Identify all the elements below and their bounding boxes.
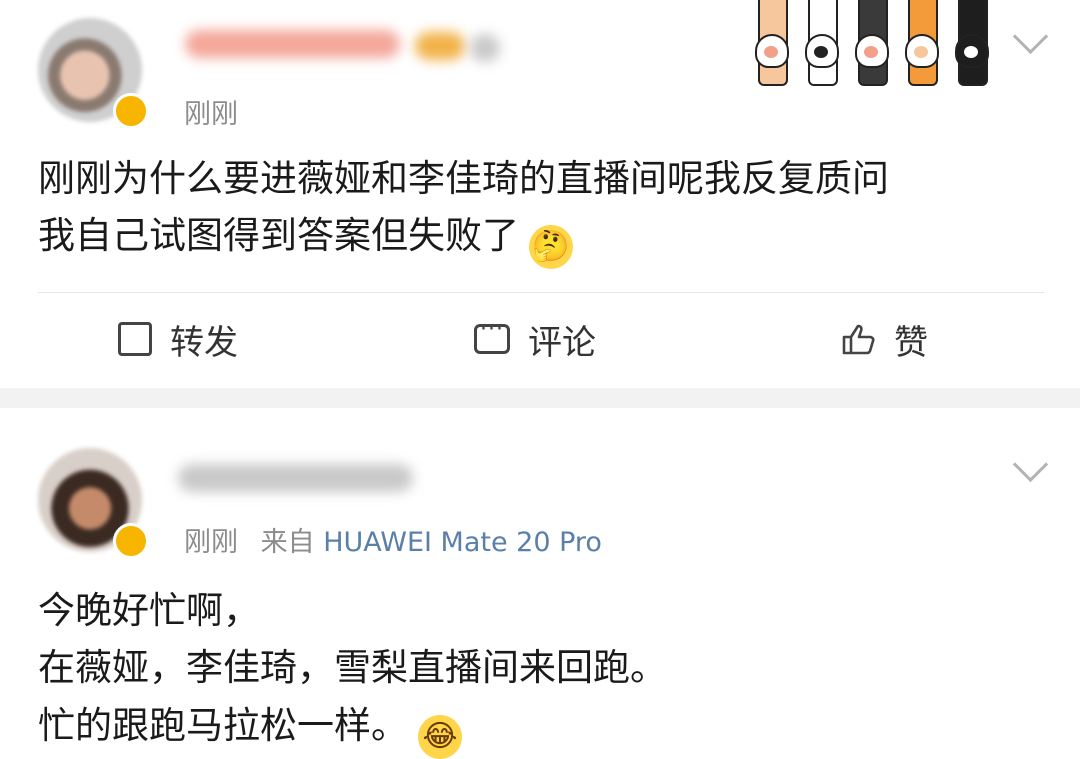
content-line-with-emoji: 我自己试图得到答案但失败了 🤔 <box>38 207 889 270</box>
repost-label: 转发 <box>170 322 238 363</box>
paw-icon <box>752 0 790 86</box>
content-line: 我自己试图得到答案但失败了 <box>38 214 519 258</box>
time-text: 刚刚 <box>184 99 238 130</box>
time-text: 刚刚 <box>184 527 238 558</box>
content-line: 忙的跟跑马拉松一样。 <box>38 703 408 747</box>
vip-badge-icon <box>113 523 149 559</box>
comment-label: 评论 <box>528 322 596 363</box>
from-prefix: 来自 <box>260 527 315 558</box>
user-level-badge-icon <box>415 32 465 60</box>
username-blurred[interactable] <box>185 30 400 58</box>
user-tag-icon <box>470 34 500 62</box>
laughing-crying-emoji-icon: 😂 <box>418 714 462 759</box>
paw-icon <box>802 0 840 86</box>
paw-icon <box>902 0 940 86</box>
vip-badge-icon <box>113 93 149 129</box>
repost-icon <box>118 322 152 356</box>
post-card-1: 刚刚 刚刚为什么要进薇娅和李佳琦的直播间呢我反复质问 我自己试图得到答案但失败了… <box>0 0 1080 388</box>
chevron-down-icon[interactable] <box>1012 18 1049 55</box>
thinking-emoji-icon: 🤔 <box>529 225 573 270</box>
device-link[interactable]: HUAWEI Mate 20 Pro <box>323 527 602 558</box>
post-time: 刚刚 <box>184 92 238 131</box>
post-content: 刚刚为什么要进薇娅和李佳琦的直播间呢我反复质问 我自己试图得到答案但失败了 🤔 <box>38 150 889 270</box>
divider <box>38 292 1044 293</box>
like-label: 赞 <box>894 322 928 363</box>
content-line: 今晚好忙啊， <box>38 589 260 632</box>
comment-icon <box>474 317 510 354</box>
comment-button[interactable]: 评论 <box>474 316 596 363</box>
content-line: 刚刚为什么要进薇娅和李佳琦的直播间呢我反复质问 <box>38 157 889 200</box>
username-blurred[interactable] <box>178 464 413 492</box>
post-meta: 刚刚 来自 HUAWEI Mate 20 Pro <box>184 520 602 559</box>
post-content: 今晚好忙啊， 在薇娅，李佳琦，雪梨直播间来回跑。 忙的跟跑马拉松一样。 😂 <box>38 582 667 759</box>
content-line-with-emoji: 忙的跟跑马拉松一样。 😂 <box>38 697 667 759</box>
content-line: 在薇娅，李佳琦，雪梨直播间来回跑。 <box>38 646 667 690</box>
repost-button[interactable]: 转发 <box>118 316 238 363</box>
paw-decoration <box>752 0 1002 86</box>
like-button[interactable]: 赞 <box>842 316 928 363</box>
thumbs-up-icon <box>842 324 875 355</box>
paw-icon <box>852 0 890 86</box>
feed-separator <box>0 388 1080 408</box>
paw-icon <box>952 0 990 86</box>
